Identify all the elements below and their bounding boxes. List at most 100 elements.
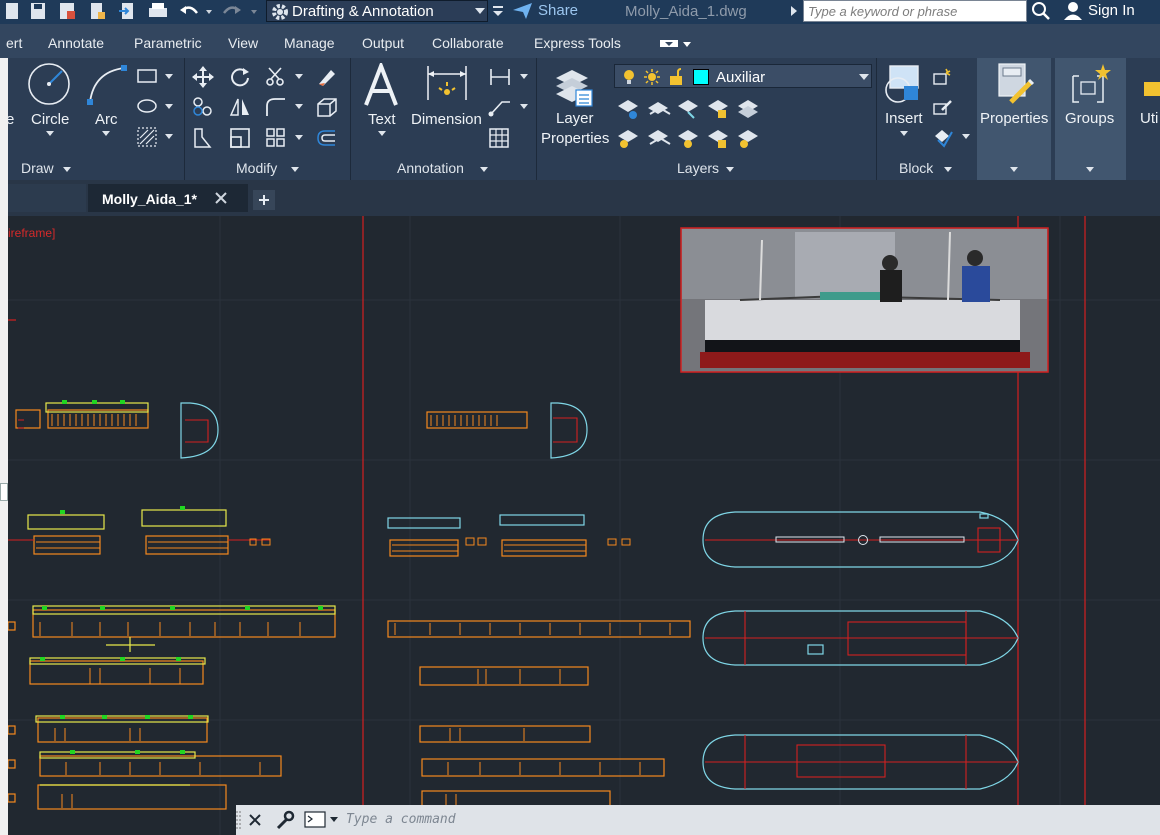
block-attribute-icon[interactable] [932,126,972,148]
text-tool-label[interactable]: Text [368,111,396,128]
customize-qat-icon[interactable] [492,1,504,21]
stretch-icon[interactable] [192,127,214,149]
command-input-placeholder[interactable]: Type a command [346,812,456,827]
block-panel-label[interactable]: Block [899,160,933,176]
copy-icon[interactable] [192,96,214,118]
create-block-icon[interactable] [932,66,954,88]
scale-icon[interactable] [229,127,251,149]
layer-properties-label-line1[interactable]: Layer [556,110,594,127]
search-icon[interactable] [1031,1,1053,21]
redo-icon[interactable] [221,1,243,21]
close-icon[interactable] [214,191,228,205]
edit-block-icon[interactable] [932,96,954,118]
layer-dropdown[interactable]: Auxiliar [614,64,872,88]
text-dropdown-icon[interactable] [377,130,387,138]
grip-handle-icon[interactable] [236,810,242,830]
linear-dim-icon[interactable] [488,66,530,88]
undo-dropdown-icon[interactable] [204,1,214,21]
tab-annotate[interactable]: Annotate [48,35,104,51]
workspace-dropdown[interactable]: Drafting & Annotation [266,0,488,22]
viewport-controls-label[interactable]: ireframe] [8,226,55,240]
ship-photo[interactable] [680,227,1049,373]
terminal-icon[interactable] [304,811,340,829]
modify-panel-expand-icon[interactable] [290,166,300,174]
annotation-panel-label[interactable]: Annotation [397,160,464,176]
tab-collaborate[interactable]: Collaborate [432,35,504,51]
layer-properties-icon[interactable] [552,64,596,108]
array-icon[interactable] [265,127,305,149]
wrench-icon[interactable] [274,810,296,830]
mirror-icon[interactable] [229,96,251,118]
share-label: Share [538,2,579,19]
tab-manage[interactable]: Manage [284,35,335,51]
ellipse-icon[interactable] [136,96,176,116]
circle-dropdown-icon[interactable] [45,130,55,138]
ribbon-minimize-icon[interactable] [658,38,692,50]
table-icon[interactable] [488,127,512,149]
dimension-tool-label[interactable]: Dimension [411,111,482,128]
open-sheet-icon[interactable] [87,1,107,21]
hatch-icon[interactable] [136,126,176,148]
move-icon[interactable] [192,66,214,88]
tab-parametric[interactable]: Parametric [134,35,202,51]
redo-dropdown-icon[interactable] [249,1,259,21]
search-input[interactable]: Type a keyword or phrase [803,0,1027,22]
annotation-panel-expand-icon[interactable] [479,166,489,174]
save-icon[interactable] [28,1,48,21]
rotate-icon[interactable] [229,66,251,88]
arc-icon[interactable] [86,62,130,106]
dimension-icon[interactable] [425,64,469,104]
text-icon[interactable] [363,63,399,107]
trim-icon[interactable] [265,66,305,88]
layers-panel-expand-icon[interactable] [725,166,735,174]
rectangle-icon[interactable] [136,66,176,86]
new-tab-button[interactable] [253,190,275,210]
tab-output[interactable]: Output [362,35,404,51]
fillet-icon[interactable] [265,96,305,118]
plot-icon[interactable] [147,1,169,21]
offset-icon[interactable] [315,127,339,149]
circle-icon[interactable] [27,62,71,106]
gear-icon [272,4,288,20]
file-tab-molly-aida[interactable]: Molly_Aida_1* [88,184,248,212]
layer-properties-label-line2[interactable]: Properties [541,130,609,147]
close-icon[interactable] [248,813,262,827]
properties-panel[interactable]: Properties [977,58,1051,180]
undo-icon[interactable] [178,1,200,21]
leader-icon[interactable] [488,96,530,118]
panel-separator [876,58,877,180]
insert-icon[interactable] [882,62,926,106]
layer-tools-row2[interactable] [614,126,764,150]
ribbon: e Circle Arc Draw Modify Text Dimension … [0,58,1160,180]
arc-dropdown-icon[interactable] [101,130,111,138]
utilities-icon[interactable] [1138,72,1160,102]
erase-icon[interactable] [315,66,339,88]
document-title: Molly_Aida_1.dwg [625,3,747,20]
new-icon[interactable] [2,1,22,21]
publish-icon[interactable] [117,1,137,21]
tab-express-tools[interactable]: Express Tools [534,35,621,51]
layers-panel-label[interactable]: Layers [677,160,719,176]
search-expand-icon[interactable] [789,1,799,21]
left-window-edge [0,58,8,835]
tab-view[interactable]: View [228,35,258,51]
3d-box-icon[interactable] [315,96,339,118]
draw-panel-label[interactable]: Draw [21,160,54,176]
layer-tools-row1[interactable] [614,96,764,120]
panel-separator [184,58,185,180]
command-line[interactable]: Type a command [236,805,1160,835]
utilities-label[interactable]: Uti [1140,110,1158,127]
arc-tool-label[interactable]: Arc [95,111,118,128]
tab-insert[interactable]: ert [6,35,22,51]
palette-toggle[interactable] [0,483,8,501]
drawing-canvas[interactable] [8,216,1160,835]
modify-panel-label[interactable]: Modify [236,160,277,176]
draw-panel-expand-icon[interactable] [62,166,72,174]
save-as-icon[interactable] [57,1,77,21]
groups-panel[interactable]: Groups [1055,58,1126,180]
circle-tool-label[interactable]: Circle [31,111,69,128]
insert-dropdown-icon[interactable] [899,130,909,138]
insert-tool-label[interactable]: Insert [885,110,923,127]
block-panel-expand-icon[interactable] [943,166,953,174]
start-tab[interactable] [8,184,86,212]
